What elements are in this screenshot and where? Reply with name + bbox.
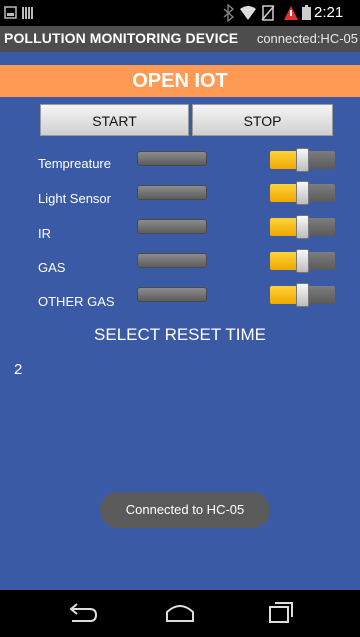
battery-icon xyxy=(302,5,311,20)
sensor-toggle[interactable] xyxy=(270,283,335,307)
start-button[interactable]: START xyxy=(40,104,189,136)
connection-status: connected:HC-05 xyxy=(256,31,358,46)
select-reset-time-title: SELECT RESET TIME xyxy=(94,325,266,344)
sensor-toggle[interactable] xyxy=(270,249,335,273)
sensor-level-bar xyxy=(137,219,207,234)
recent-apps-icon[interactable] xyxy=(269,602,293,623)
sensor-label: Tempreature xyxy=(38,156,111,171)
toast-message: Connected to HC-05 xyxy=(100,492,270,528)
banner-title: OPEN IOT xyxy=(0,65,360,97)
app-title: POLLUTION MONITORING DEVICE xyxy=(4,30,239,46)
sensor-level-bar xyxy=(137,253,207,268)
sensor-level-bar xyxy=(137,151,207,166)
sensor-level-bar xyxy=(137,287,207,302)
sensor-level-bar xyxy=(137,185,207,200)
back-icon[interactable] xyxy=(69,603,98,622)
barcode-icon xyxy=(22,7,33,19)
image-icon xyxy=(4,6,17,19)
sensor-label: OTHER GAS xyxy=(38,294,115,309)
sensor-toggle[interactable] xyxy=(270,181,335,205)
home-icon[interactable] xyxy=(166,605,194,622)
sensor-label: GAS xyxy=(38,260,66,275)
sensor-toggle[interactable] xyxy=(270,215,335,239)
no-sim-icon xyxy=(261,5,275,21)
reset-time-value[interactable]: 2 xyxy=(14,361,22,378)
navigation-bar xyxy=(0,590,360,637)
sensor-toggle[interactable] xyxy=(270,148,335,172)
stop-button[interactable]: STOP xyxy=(192,104,333,136)
title-bar: POLLUTION MONITORING DEVICE connected:HC… xyxy=(0,26,360,52)
status-bar: 2:21 xyxy=(0,0,360,26)
warning-icon xyxy=(284,6,298,20)
bluetooth-icon xyxy=(223,3,235,23)
sensor-label: IR xyxy=(38,226,51,241)
sensor-label: Light Sensor xyxy=(38,191,111,206)
wifi-icon xyxy=(240,6,256,20)
status-time: 2:21 xyxy=(314,4,344,21)
